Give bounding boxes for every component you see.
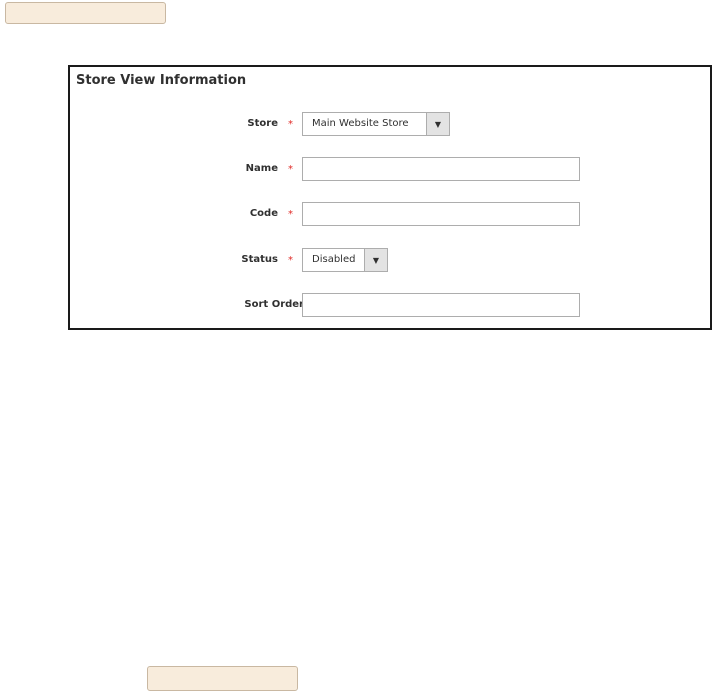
- store-select[interactable]: Main Website Store ▼: [302, 112, 450, 136]
- store-row: Store * Main Website Store ▼: [70, 112, 710, 136]
- name-required-mark: *: [288, 164, 293, 175]
- name-input[interactable]: [302, 157, 580, 181]
- code-label: Code: [249, 208, 278, 219]
- code-row: Code *: [70, 202, 710, 226]
- code-input[interactable]: [302, 202, 580, 226]
- panel-title: Store View Information: [76, 73, 247, 88]
- store-required-mark: *: [288, 119, 293, 130]
- bottom-action-button[interactable]: [147, 666, 298, 691]
- chevron-down-icon[interactable]: ▼: [426, 113, 449, 135]
- status-select-value: Disabled: [312, 254, 356, 265]
- status-label: Status: [241, 254, 278, 265]
- top-action-button[interactable]: [5, 2, 166, 24]
- page: Store View Information Store * Main Webs…: [0, 0, 716, 694]
- store-label: Store: [247, 118, 278, 129]
- status-required-mark: *: [288, 255, 293, 266]
- store-view-information-panel: Store View Information Store * Main Webs…: [68, 65, 712, 330]
- sort-order-label: Sort Order: [244, 299, 304, 310]
- name-label: Name: [245, 163, 278, 174]
- status-select[interactable]: Disabled ▼: [302, 248, 388, 272]
- status-row: Status * Disabled ▼: [70, 248, 710, 272]
- chevron-down-icon[interactable]: ▼: [364, 249, 387, 271]
- code-required-mark: *: [288, 209, 293, 220]
- name-row: Name *: [70, 157, 710, 181]
- sort-order-input[interactable]: [302, 293, 580, 317]
- store-select-value: Main Website Store: [312, 118, 409, 129]
- sort-order-row: Sort Order: [70, 293, 710, 317]
